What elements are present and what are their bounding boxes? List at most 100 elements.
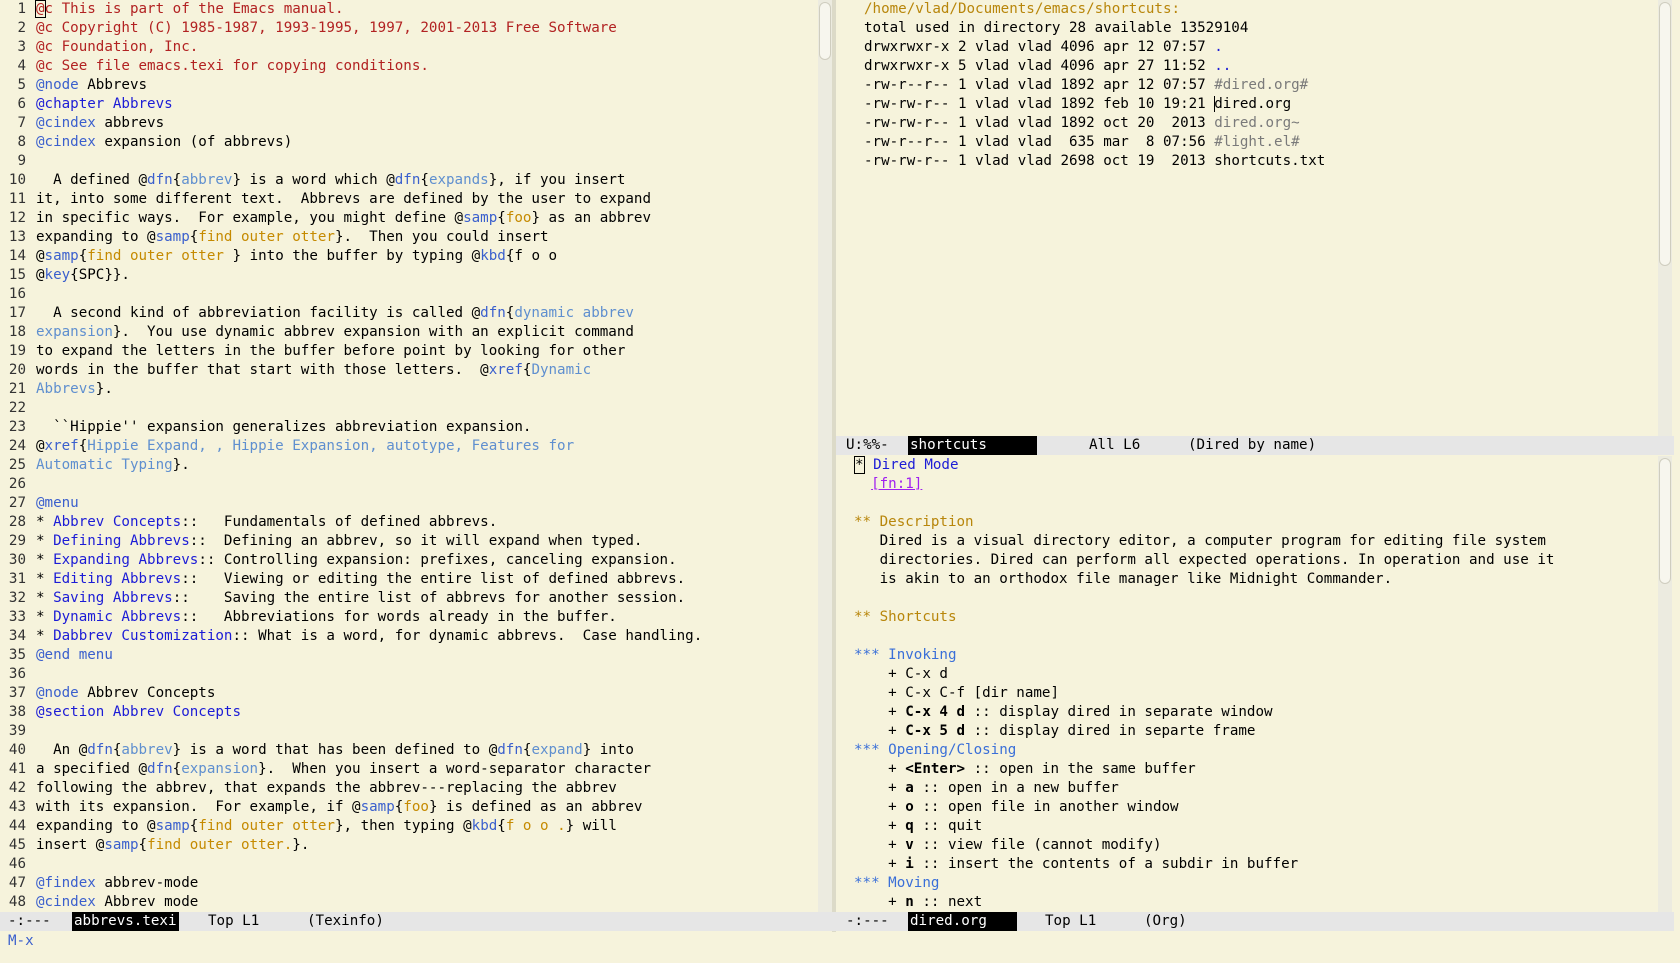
texinfo-line[interactable]: 11 it, into some different text. Abbrevs … [0,190,818,209]
texinfo-line[interactable]: 26 [0,475,818,494]
texinfo-line[interactable]: 30 * Expanding Abbrevs:: Controlling expa… [0,551,818,570]
texinfo-line[interactable]: 19 to expand the letters in the buffer be… [0,342,818,361]
texinfo-line[interactable]: 44 expanding to @samp {find outer otter}, … [0,817,818,836]
minibuffer-prompt[interactable]: M-x [8,932,34,951]
texinfo-text-area[interactable]: 1 @c This is part of the Emacs manual. 2 @c… [0,0,818,912]
org-line[interactable]: + o :: open file in another window [854,798,1656,817]
texinfo-line[interactable]: 7 @cindex abbrevs [0,114,818,133]
file-name[interactable]: .. [1214,58,1231,74]
dired-entry[interactable]: -rw-rw-r-- 1 vlad vlad 1892 oct 20 2013 … [864,114,1656,133]
org-line[interactable]: + v :: view file (cannot modify) [854,836,1656,855]
texinfo-line[interactable]: 5 @node Abbrevs [0,76,818,95]
texinfo-line[interactable]: 43 with its expansion. For example, if @s… [0,798,818,817]
texinfo-line[interactable]: 25 Automatic Typing}. [0,456,818,475]
texinfo-line[interactable]: 17 A second kind of abbreviation facilit… [0,304,818,323]
org-line[interactable]: *** Moving [854,874,1656,893]
texinfo-line[interactable]: 22 [0,399,818,418]
org-scrollbar-thumb[interactable] [1659,458,1671,584]
texinfo-line[interactable]: 1 @c This is part of the Emacs manual. [0,0,818,19]
org-line[interactable]: directories. Dired can perform all expec… [854,551,1656,570]
file-name[interactable]: shortcuts.txt [1214,153,1325,169]
org-line[interactable]: is akin to an orthodox file manager like… [854,570,1656,589]
texinfo-line[interactable]: 45 insert @samp{find outer otter.}. [0,836,818,855]
left-modeline-mode[interactable]: (Texinfo) [307,912,384,931]
texinfo-line[interactable]: 48 @cindex Abbrev mode [0,893,818,912]
texinfo-line[interactable]: 27 @menu [0,494,818,513]
org-line[interactable]: ** Description [854,513,1656,532]
dired-modeline-mode[interactable]: (Dired by name) [1188,436,1316,455]
texinfo-editor-window[interactable]: 1 @c This is part of the Emacs manual. 2 @c… [0,0,818,912]
org-line[interactable]: + i :: insert the contents of a subdir i… [854,855,1656,874]
file-name[interactable]: #dired.org# [1214,77,1308,93]
file-name[interactable]: dired.org [1214,96,1291,112]
left-modeline-buffer-name[interactable]: abbrevs.texi [72,912,179,931]
org-line[interactable]: *** Invoking [854,646,1656,665]
texinfo-line[interactable]: 20 words in the buffer that start with th… [0,361,818,380]
texinfo-line[interactable]: 16 [0,285,818,304]
texinfo-line[interactable]: 47 @findex abbrev-mode [0,874,818,893]
org-line[interactable]: + C-x 4 d :: display dired in separate w… [854,703,1656,722]
texinfo-line[interactable]: 35 @end menu [0,646,818,665]
left-scrollbar-thumb[interactable] [819,2,831,60]
texinfo-line[interactable]: 23 ``Hippie'' expansion generalizes abbr… [0,418,818,437]
texinfo-line[interactable]: 29 * Defining Abbrevs:: Defining an abbre… [0,532,818,551]
texinfo-line[interactable]: 37 @node Abbrev Concepts [0,684,818,703]
org-line[interactable]: ** Shortcuts [854,608,1656,627]
dired-file-list[interactable]: drwxrwxr-x 2 vlad vlad 4096 apr 12 07:57… [846,38,1656,171]
file-name[interactable]: #light.el# [1214,134,1299,150]
texinfo-line[interactable]: 15 @key{SPC}}. [0,266,818,285]
vertical-window-divider[interactable] [832,0,836,932]
dired-scrollbar[interactable] [1658,0,1672,436]
texinfo-line[interactable]: 42 following the abbrev, that expands the… [0,779,818,798]
texinfo-line[interactable]: 46 [0,855,818,874]
org-line[interactable]: + C-x d [854,665,1656,684]
org-modeline-mode[interactable]: (Org) [1144,912,1187,931]
dired-scrollbar-thumb[interactable] [1659,2,1671,266]
texinfo-line[interactable]: 41 a specified @dfn{expansion}. When you … [0,760,818,779]
texinfo-line[interactable]: 28 * Abbrev Concepts:: Fundamentals of de… [0,513,818,532]
texinfo-line[interactable]: 32 * Saving Abbrevs:: Saving the entire l… [0,589,818,608]
left-scrollbar[interactable] [818,0,832,912]
org-line[interactable]: * Dired Mode [854,456,1656,475]
file-name[interactable]: . [1214,39,1223,55]
org-line[interactable]: + C-x 5 d :: display dired in separte fr… [854,722,1656,741]
texinfo-line[interactable]: 36 [0,665,818,684]
dired-entry[interactable]: -rw-rw-r-- 1 vlad vlad 1892 feb 10 19:21… [864,95,1656,114]
file-name[interactable]: dired.org~ [1214,115,1299,131]
org-line[interactable]: + a :: open in a new buffer [854,779,1656,798]
texinfo-line[interactable]: 24 @xref{Hippie Expand, , Hippie Expansio… [0,437,818,456]
texinfo-line[interactable]: 12 in specific ways. For example, you mig… [0,209,818,228]
texinfo-line[interactable]: 40 An @dfn{abbrev} is a word that has be… [0,741,818,760]
texinfo-line[interactable]: 21 Abbrevs}. [0,380,818,399]
org-scrollbar[interactable] [1658,456,1672,912]
texinfo-line[interactable]: 38 @section Abbrev Concepts [0,703,818,722]
left-mode-line[interactable]: -:--- abbrevs.texi Top L1 (Texinfo) [0,912,836,931]
dired-modeline-buffer-name[interactable]: shortcuts [908,436,1037,455]
org-line[interactable]: + q :: quit [854,817,1656,836]
dired-entry[interactable]: -rw-r--r-- 1 vlad vlad 635 mar 8 07:56 #… [864,133,1656,152]
texinfo-line[interactable]: 10 A defined @dfn{abbrev} is a word whic… [0,171,818,190]
org-line[interactable] [854,494,1656,513]
org-line[interactable]: + C-x C-f [dir name] [854,684,1656,703]
org-window[interactable]: * Dired Mode [fn:1] ** Description Dired … [846,456,1656,912]
org-line[interactable]: + <Enter> :: open in the same buffer [854,760,1656,779]
org-line[interactable]: *** Opening/Closing [854,741,1656,760]
dired-window[interactable]: /home/vlad/Documents/emacs/shortcuts: to… [846,0,1656,436]
org-mode-line[interactable]: -:--- dired.org Top L1 (Org) [836,912,1674,931]
texinfo-line[interactable]: 8 @cindex expansion (of abbrevs) [0,133,818,152]
dired-entry[interactable]: drwxrwxr-x 2 vlad vlad 4096 apr 12 07:57… [864,38,1656,57]
texinfo-line[interactable]: 13 expanding to @samp{find outer otter}. … [0,228,818,247]
org-modeline-buffer-name[interactable]: dired.org [908,912,1017,931]
dired-mode-line[interactable]: U:%%- shortcuts All L6 (Dired by name) [836,436,1674,455]
dired-entry[interactable]: -rw-rw-r-- 1 vlad vlad 2698 oct 19 2013 … [864,152,1656,171]
org-line[interactable] [854,627,1656,646]
texinfo-line[interactable]: 6 @chapter Abbrevs [0,95,818,114]
texinfo-line[interactable]: 4 @c See file emacs.texi for copying cond… [0,57,818,76]
texinfo-line[interactable]: 39 [0,722,818,741]
org-line[interactable]: Dired is a visual directory editor, a co… [854,532,1656,551]
texinfo-line[interactable]: 2 @c Copyright (C) 1985-1987, 1993-1995, … [0,19,818,38]
org-line[interactable] [854,589,1656,608]
texinfo-line[interactable]: 18 expansion}. You use dynamic abbrev exp… [0,323,818,342]
footnote-link[interactable]: [fn:1] [871,476,922,492]
org-text-area[interactable]: * Dired Mode [fn:1] ** Description Dired … [846,456,1656,912]
